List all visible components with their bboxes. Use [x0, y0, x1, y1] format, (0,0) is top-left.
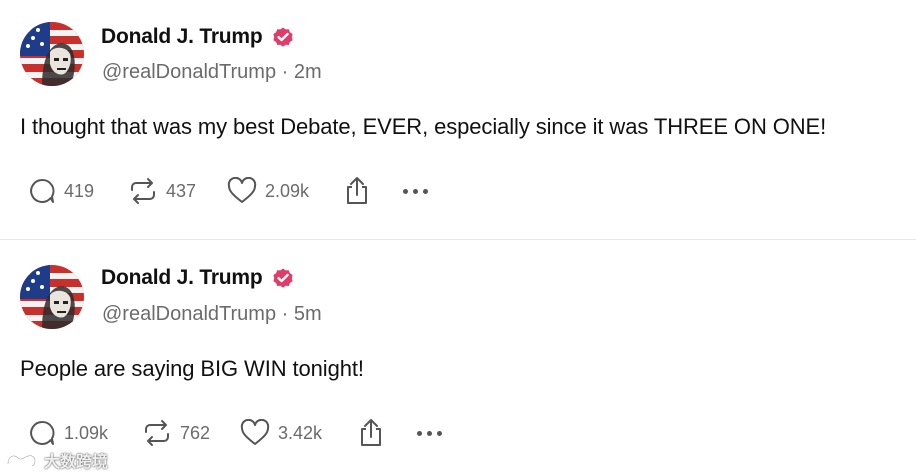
verified-badge-icon	[272, 27, 293, 47]
avatar-image	[20, 265, 84, 329]
share-button[interactable]	[357, 417, 385, 449]
repost-count: 437	[166, 180, 197, 201]
watermark-text: 大数跨境	[44, 454, 109, 471]
separator-dot: ·	[281, 303, 294, 325]
author-name[interactable]: Donald J. Trump	[101, 25, 263, 49]
post-card[interactable]: Donald J. Trump @realDonaldTrump · 2m I …	[0, 0, 916, 240]
more-dots-icon	[403, 175, 428, 207]
more-button[interactable]	[417, 417, 442, 449]
timestamp[interactable]: 2m	[294, 61, 322, 83]
author-handle[interactable]: @realDonaldTrump	[102, 303, 276, 325]
avatar-image	[20, 22, 84, 86]
watermark: 大数跨境	[4, 448, 108, 472]
like-button[interactable]: 3.42k	[240, 417, 322, 449]
avatar[interactable]	[20, 265, 84, 329]
share-button[interactable]	[343, 175, 371, 207]
share-icon	[347, 177, 367, 204]
separator-dot: ·	[281, 61, 294, 83]
heart-icon	[227, 177, 257, 203]
like-button[interactable]: 2.09k	[227, 175, 309, 207]
post-divider	[0, 239, 916, 240]
reply-count: 419	[64, 180, 95, 201]
more-button[interactable]	[403, 175, 428, 207]
like-count: 3.42k	[278, 422, 323, 443]
repost-button[interactable]: 762	[142, 417, 210, 449]
post-text: I thought that was my best Debate, EVER,…	[20, 114, 827, 139]
post-card[interactable]: Donald J. Trump @realDonaldTrump · 5m Pe…	[0, 241, 916, 476]
reply-count: 1.09k	[64, 422, 109, 443]
handle-line: @realDonaldTrump · 2m	[102, 61, 322, 84]
post-text: People are saying BIG WIN tonight!	[20, 356, 364, 381]
heart-icon	[240, 419, 270, 445]
reply-button[interactable]: 1.09k	[28, 417, 108, 449]
share-icon	[361, 419, 381, 446]
like-count: 2.09k	[265, 180, 310, 201]
verified-badge-icon	[272, 268, 293, 288]
more-dots-icon	[417, 417, 442, 449]
repost-count: 762	[180, 422, 211, 443]
repost-icon	[131, 178, 155, 204]
author-handle[interactable]: @realDonaldTrump	[102, 61, 276, 83]
timestamp[interactable]: 5m	[294, 303, 322, 325]
avatar[interactable]	[20, 22, 84, 86]
repost-button[interactable]: 437	[128, 175, 196, 207]
reply-icon	[30, 420, 55, 445]
author-name[interactable]: Donald J. Trump	[101, 266, 263, 290]
handle-line: @realDonaldTrump · 5m	[102, 303, 322, 326]
reply-button[interactable]: 419	[28, 175, 94, 207]
watermark-logo-icon	[6, 454, 37, 467]
repost-icon	[145, 420, 169, 446]
reply-icon	[30, 178, 55, 203]
